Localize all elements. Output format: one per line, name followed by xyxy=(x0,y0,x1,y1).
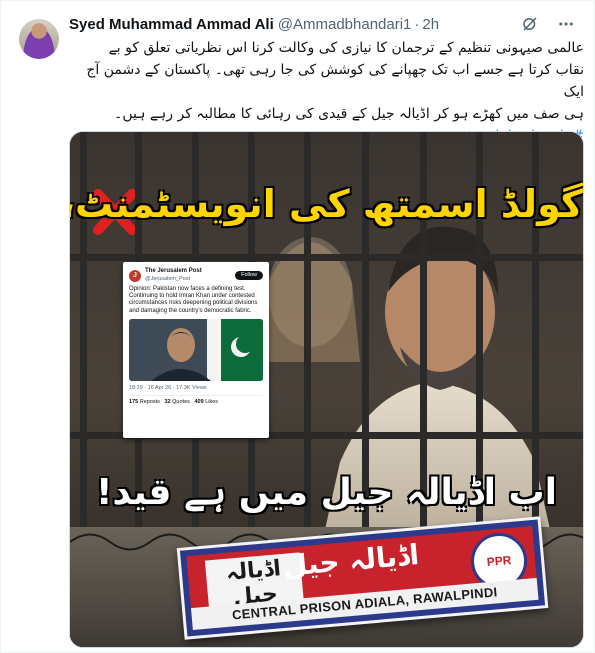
tweet-media-image[interactable]: گولڈ اسمتھ کی انویسٹمنٹ، J The Jerusalem… xyxy=(69,131,584,648)
embedded-author-name: The Jerusalem Post xyxy=(145,268,202,274)
quotes-label: Quotes xyxy=(172,399,190,406)
tweet-text-line: ہی صف میں کھڑے ہو کر اڈیالہ جیل کے قیدی … xyxy=(114,106,584,122)
tweet-text-line: عالمی صیہونی تنظیم کے ترجمان کا نیازی کی… xyxy=(108,40,584,56)
jpost-logo: J xyxy=(129,269,141,282)
author-handle[interactable]: @Ammadbhandari1 xyxy=(278,16,412,33)
quotes-count: 32 xyxy=(164,399,171,406)
embedded-tweet-screenshot: J The Jerusalem Post @Jerusalem_Post Fol… xyxy=(123,262,269,438)
author-name[interactable]: Syed Muhammad Ammad Ali xyxy=(69,16,274,33)
header-actions xyxy=(520,14,576,34)
embedded-author-handle: @Jerusalem_Post xyxy=(145,275,191,282)
headline-bottom: اب اڈیالہ جیل میں ہے قید! xyxy=(95,472,558,513)
grok-icon[interactable] xyxy=(520,14,540,34)
reposts-label: Reposts xyxy=(139,399,160,406)
avatar[interactable] xyxy=(19,19,59,59)
embedded-photo xyxy=(129,318,263,381)
tweet-header: Syed Muhammad Ammad Ali @Ammadbhandari1 … xyxy=(69,13,582,35)
embedded-tweet-text: Opinion: Pakistan now faces a defining t… xyxy=(129,286,258,314)
more-icon[interactable] xyxy=(556,14,576,34)
headline-top: گولڈ اسمتھ کی انویسٹمنٹ، xyxy=(69,182,583,226)
likes-count: 409 xyxy=(194,399,204,406)
timestamp[interactable]: 2h xyxy=(422,16,439,33)
reposts-count: 175 xyxy=(129,399,139,406)
tweet-text-line: نقاب کرتا ہے جسے اب تک چھپانے کی کوشش کی… xyxy=(86,62,584,100)
embedded-stats: 175 Reposts 32 Quotes 409 Likes xyxy=(129,395,263,407)
tweet-card[interactable]: Syed Muhammad Ammad Ali @Ammadbhandari1 … xyxy=(0,0,595,653)
separator-dot: · xyxy=(414,15,420,33)
likes-label: Likes xyxy=(205,399,219,406)
embedded-meta: 18:29 · 16 Apr 26 · 17.3K Views xyxy=(129,384,207,391)
embedded-follow-button: Follow xyxy=(235,270,263,281)
